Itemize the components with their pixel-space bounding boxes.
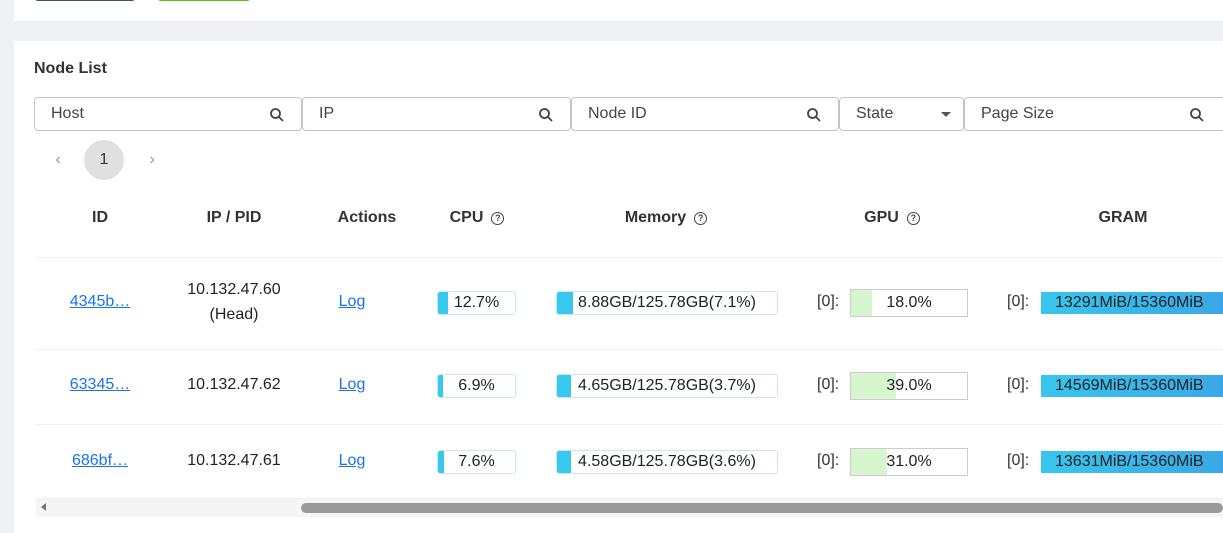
gram-usage-bar: 13291MiB/15360MiB <box>1041 292 1223 314</box>
memory-usage-text: 8.88GB/125.78GB(7.1%) <box>578 294 756 311</box>
gpu-index: [0]: <box>817 376 840 393</box>
cpu-usage-bar: 12.7% <box>437 291 516 315</box>
column-header-memory[interactable]: Memory? <box>611 209 721 227</box>
column-header-actions[interactable]: Actions <box>327 209 407 227</box>
top-button-success[interactable] <box>157 0 251 1</box>
memory-usage-text: 4.65GB/125.78GB(3.7%) <box>578 377 756 394</box>
search-icon[interactable] <box>806 107 822 123</box>
log-link[interactable]: Log <box>332 293 372 311</box>
node-ip: 10.132.47.62 <box>187 376 281 393</box>
row-divider <box>36 424 1223 425</box>
column-header-ip-pid[interactable]: IP / PID <box>174 209 294 227</box>
gram-usage-text: 13631MiB/15360MiB <box>1055 453 1204 470</box>
state-select[interactable]: State <box>839 97 964 131</box>
node-id-input[interactable] <box>588 105 838 123</box>
help-circle-icon[interactable]: ? <box>906 211 920 225</box>
pagination-next-button[interactable]: › <box>142 150 162 170</box>
node-list-title: Node List <box>34 60 107 77</box>
state-select-label: State <box>856 105 894 122</box>
host-filter-field[interactable] <box>34 97 302 131</box>
node-role: (Head) <box>209 306 259 323</box>
cpu-usage-bar: 7.6% <box>437 450 516 474</box>
help-circle-icon[interactable]: ? <box>694 211 708 225</box>
gpu-usage-text: 39.0% <box>886 377 932 394</box>
node-id-link[interactable]: 63345… <box>64 376 136 394</box>
gram-usage-bar: 13631MiB/15360MiB <box>1041 451 1223 473</box>
scrollbar-thumb[interactable] <box>301 503 1223 513</box>
page-size-input[interactable] <box>981 105 1223 123</box>
pagination-page-1[interactable]: 1 <box>84 140 124 180</box>
gram-index: [0]: <box>1007 452 1030 469</box>
memory-usage-bar: 8.88GB/125.78GB(7.1%) <box>556 291 778 315</box>
cpu-usage-bar: 6.9% <box>437 374 516 398</box>
gpu-usage-text: 31.0% <box>886 453 932 470</box>
node-ip: 10.132.47.61 <box>187 452 281 469</box>
column-header-gram[interactable]: GRAM <box>1083 209 1163 227</box>
help-circle-icon[interactable]: ? <box>491 211 505 225</box>
column-header-cpu[interactable]: CPU? <box>437 209 517 227</box>
gpu-index: [0]: <box>817 293 840 310</box>
memory-usage-bar: 4.58GB/125.78GB(3.6%) <box>556 450 778 474</box>
ip-filter-field[interactable] <box>302 97 571 131</box>
node-list-card: Node List State ‹ 1 › ID IP / PID Action… <box>14 41 1223 533</box>
node-id-link[interactable]: 4345b… <box>64 293 136 311</box>
node-id-link[interactable]: 686bf… <box>64 452 136 470</box>
gram-usage-text: 13291MiB/15360MiB <box>1055 294 1204 311</box>
gpu-usage-bar: 18.0% <box>850 289 968 317</box>
cpu-usage-text: 6.9% <box>458 377 495 394</box>
column-header-id[interactable]: ID <box>70 209 130 227</box>
gram-usage-text: 14569MiB/15360MiB <box>1055 377 1204 394</box>
page-size-filter-field[interactable] <box>964 97 1223 131</box>
scroll-left-icon[interactable] <box>41 503 46 511</box>
caret-down-icon[interactable] <box>941 112 951 117</box>
log-link[interactable]: Log <box>332 452 372 470</box>
node-id-filter-field[interactable] <box>571 97 839 131</box>
search-icon[interactable] <box>1189 107 1205 123</box>
top-button-primary[interactable] <box>34 0 136 1</box>
cpu-usage-text: 7.6% <box>458 453 495 470</box>
row-divider <box>36 349 1223 350</box>
gram-index: [0]: <box>1007 293 1030 310</box>
node-ip: 10.132.47.60 <box>187 281 281 298</box>
log-link[interactable]: Log <box>332 376 372 394</box>
row-divider <box>36 257 1223 258</box>
memory-usage-bar: 4.65GB/125.78GB(3.7%) <box>556 374 778 398</box>
gpu-index: [0]: <box>817 452 840 469</box>
gram-index: [0]: <box>1007 376 1030 393</box>
gpu-usage-text: 18.0% <box>886 294 932 311</box>
gpu-usage-bar: 39.0% <box>850 372 968 400</box>
pagination-prev-button[interactable]: ‹ <box>48 150 68 170</box>
top-panel <box>14 0 1223 21</box>
cpu-usage-text: 12.7% <box>453 294 500 311</box>
gpu-usage-bar: 31.0% <box>850 448 968 476</box>
search-icon[interactable] <box>538 107 554 123</box>
memory-usage-text: 4.58GB/125.78GB(3.6%) <box>578 453 756 470</box>
search-icon[interactable] <box>269 107 285 123</box>
horizontal-scrollbar[interactable] <box>36 499 1223 517</box>
host-input[interactable] <box>51 105 301 123</box>
column-header-gpu[interactable]: GPU? <box>852 209 932 227</box>
gram-usage-bar: 14569MiB/15360MiB <box>1041 375 1223 397</box>
ip-input[interactable] <box>319 105 570 123</box>
